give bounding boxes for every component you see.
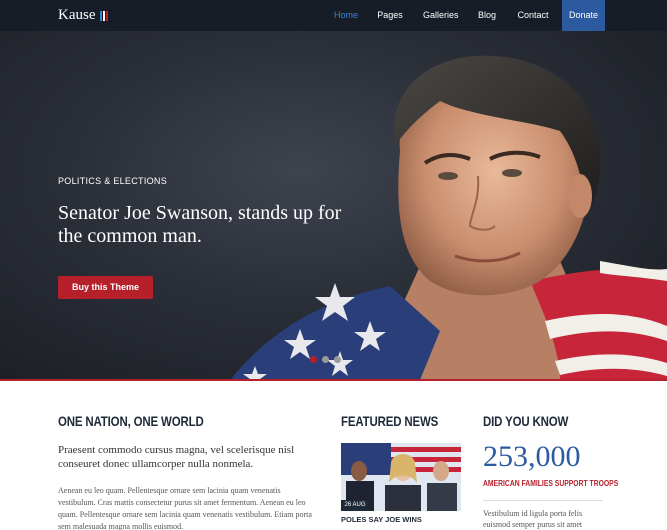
- slider-dot[interactable]: [322, 356, 329, 363]
- section-intro: Praesent commodo cursus magna, vel scele…: [58, 444, 295, 470]
- logo-text: Kause: [58, 7, 96, 23]
- hero-slider: POLITICS & ELECTIONS Senator Joe Swanson…: [0, 31, 667, 380]
- nav-item-pages[interactable]: Pages: [376, 0, 404, 31]
- section-body: Aenean eu leo quam. Pellentesque ornare …: [58, 486, 312, 530]
- section-heading-did-you-know: DID YOU KNOW: [483, 413, 569, 429]
- nav-item-contact[interactable]: Contact: [517, 0, 549, 31]
- slider-pagination: [310, 356, 341, 363]
- divider: [483, 500, 603, 501]
- news-title-link[interactable]: POLES SAY JOE WINS: [341, 515, 422, 524]
- hero-title: Senator Joe Swanson, stands up for the c…: [58, 202, 342, 247]
- section-heading-featured-news: FEATURED NEWS: [341, 413, 439, 429]
- nav-item-home[interactable]: Home: [334, 0, 358, 31]
- logo[interactable]: Kause: [58, 7, 108, 24]
- logo-bars-icon: [99, 10, 108, 21]
- donate-button[interactable]: Donate: [562, 0, 605, 31]
- section-heading-one-nation: ONE NATION, ONE WORLD: [58, 413, 204, 429]
- buy-theme-button[interactable]: Buy this Theme: [58, 276, 153, 299]
- slider-dot[interactable]: [310, 356, 317, 363]
- stat-label: AMERICAN FAMILIES SUPPORT TROOPS: [483, 479, 619, 488]
- top-navigation: Kause Home Pages Galleries Blog Contact …: [0, 0, 667, 31]
- slider-dot[interactable]: [334, 356, 341, 363]
- hero-category: POLITICS & ELECTIONS: [58, 176, 168, 186]
- hero-divider: [0, 379, 667, 381]
- nav-item-blog[interactable]: Blog: [477, 0, 497, 31]
- nav-item-galleries[interactable]: Galleries: [423, 0, 459, 31]
- stat-number: 253,000: [483, 440, 581, 473]
- news-date-badge: 26 AUG: [341, 500, 369, 511]
- stat-description: Vestibulum id ligula porta felis euismod…: [483, 509, 583, 529]
